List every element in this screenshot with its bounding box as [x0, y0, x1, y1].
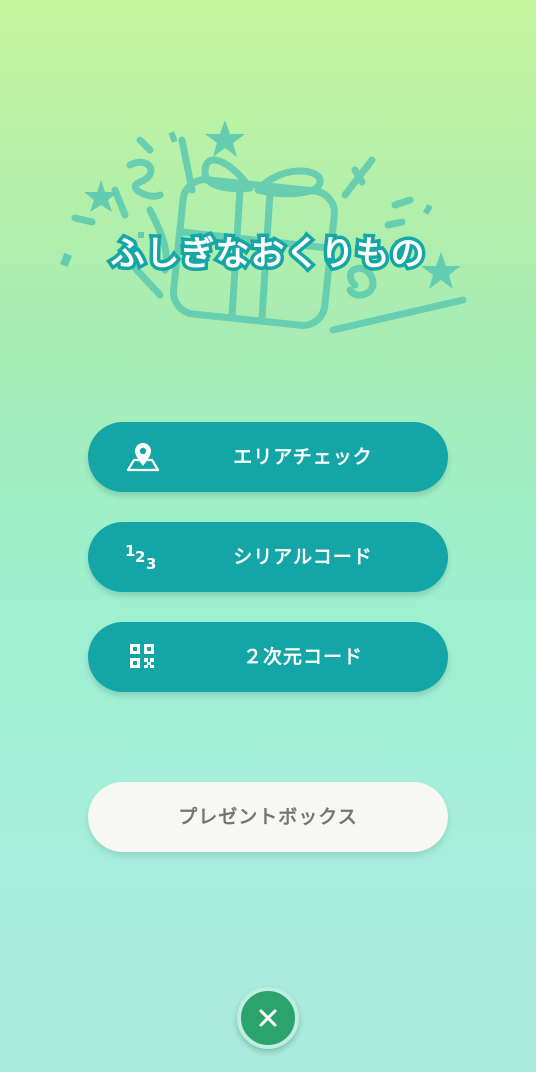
gift-illustration-icon: [60, 120, 467, 334]
qr-code-button[interactable]: ２次元コード: [88, 622, 448, 692]
svg-text:3: 3: [146, 555, 156, 573]
close-icon: [259, 1009, 277, 1027]
present-box-button[interactable]: プレゼントボックス: [88, 782, 448, 852]
area-check-label: エリアチェック: [233, 446, 373, 468]
serial-code-label: シリアルコード: [233, 546, 373, 568]
page-title: ふしぎなおくりもの: [107, 231, 428, 278]
svg-text:2: 2: [135, 548, 145, 566]
present-box-label: プレゼントボックス: [178, 806, 358, 828]
map-pin-icon: [126, 443, 160, 472]
qr-code-icon: [130, 644, 154, 668]
numbers-123-icon: 1 2 3: [125, 542, 156, 573]
qr-code-label: ２次元コード: [242, 646, 363, 668]
title-banner: ふしぎなおくりもの: [0, 0, 536, 360]
serial-code-button[interactable]: 1 2 3 シリアルコード: [88, 522, 448, 592]
svg-text:1: 1: [125, 542, 135, 560]
close-button[interactable]: [237, 987, 299, 1049]
area-check-button[interactable]: エリアチェック: [88, 422, 448, 492]
